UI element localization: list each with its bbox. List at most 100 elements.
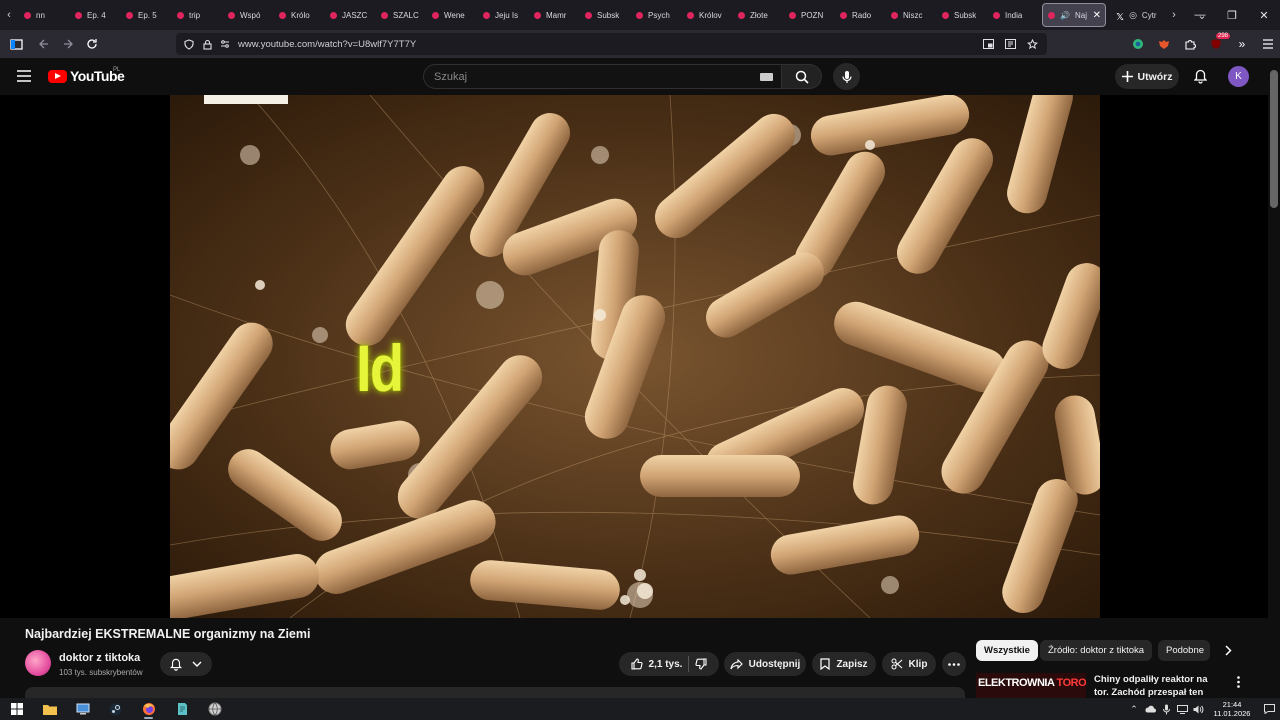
- channel-subscribers: 103 tys. subskrybentów: [59, 668, 143, 677]
- browser-tab[interactable]: trip: [171, 0, 222, 30]
- youtube-favicon-icon: [177, 11, 184, 19]
- browser-tab[interactable]: 𝕏 ◎ Cytr: [1110, 0, 1161, 30]
- youtube-favicon-icon: [993, 11, 1000, 19]
- youtube-favicon-icon: [75, 11, 82, 19]
- chip-source[interactable]: Źródło: doktor z tiktoka: [1040, 640, 1153, 661]
- account-avatar[interactable]: K: [1228, 66, 1249, 87]
- browser-tab[interactable]: Królov: [681, 0, 732, 30]
- fox-extension-icon[interactable]: [1154, 30, 1174, 58]
- steam-icon[interactable]: [99, 698, 132, 720]
- tab-label: Naj: [1074, 10, 1087, 20]
- browser-tab[interactable]: India: [987, 0, 1038, 30]
- clip-label: Klip: [908, 658, 928, 670]
- recommendation-title[interactable]: Chiny odpaliły reaktor na tor. Zachód pr…: [1094, 673, 1224, 697]
- keyboard-icon[interactable]: [760, 73, 773, 81]
- sidebar-toggle-icon[interactable]: [4, 32, 28, 56]
- file-explorer-icon[interactable]: [33, 698, 66, 720]
- browser-tab[interactable]: SZALC: [375, 0, 426, 30]
- tab-scroll-left-icon[interactable]: ‹: [0, 0, 18, 30]
- browser-tab[interactable]: Subsk: [579, 0, 630, 30]
- thumbs-down-icon[interactable]: [695, 658, 708, 670]
- notepad-icon[interactable]: [165, 698, 198, 720]
- notifications-button[interactable]: [1188, 64, 1212, 88]
- notifications-center-icon[interactable]: [1258, 698, 1280, 720]
- firefox-icon[interactable]: [132, 698, 165, 720]
- browser-tab[interactable]: Wspó: [222, 0, 273, 30]
- network-icon[interactable]: [1174, 698, 1190, 720]
- browser-tab[interactable]: Rado: [834, 0, 885, 30]
- browser-tab[interactable]: 🔊 Naj ✕: [1042, 3, 1106, 27]
- start-windows-icon[interactable]: [0, 698, 33, 720]
- url-text[interactable]: www.youtube.com/watch?v=U8wlf7Y7T7Y: [238, 39, 416, 50]
- browser-tab[interactable]: Subsk: [936, 0, 987, 30]
- browser-tab[interactable]: POZN: [783, 0, 834, 30]
- computer-icon[interactable]: [66, 698, 99, 720]
- overflow-menu-icon[interactable]: »: [1232, 30, 1252, 58]
- back-icon[interactable]: [32, 32, 56, 56]
- permissions-icon[interactable]: [216, 33, 234, 55]
- page-scrollbar[interactable]: [1268, 58, 1280, 698]
- youtube-favicon-icon: [483, 11, 490, 19]
- ublock-extension-icon[interactable]: 298: [1206, 30, 1231, 58]
- tray-overflow-icon[interactable]: ⌃: [1126, 698, 1142, 720]
- close-window-icon[interactable]: ✕: [1248, 0, 1280, 30]
- url-bar[interactable]: www.youtube.com/watch?v=U8wlf7Y7T7Y: [176, 33, 1047, 55]
- clip-button[interactable]: Klip: [882, 652, 936, 676]
- restore-icon[interactable]: ❐: [1216, 0, 1248, 30]
- browser-tab[interactable]: Niszc: [885, 0, 936, 30]
- reload-icon[interactable]: [80, 32, 104, 56]
- create-button[interactable]: Utwórz: [1115, 64, 1179, 89]
- vpn-extension-icon[interactable]: [1128, 30, 1148, 58]
- search-button[interactable]: [782, 64, 822, 89]
- picture-in-picture-icon[interactable]: [979, 33, 997, 55]
- tracking-shield-icon[interactable]: [180, 33, 198, 55]
- browser-tab[interactable]: Mamr: [528, 0, 579, 30]
- guide-menu-icon[interactable]: [12, 64, 36, 88]
- app-globe-icon[interactable]: [198, 698, 231, 720]
- browser-tab[interactable]: nn: [18, 0, 69, 30]
- video-player[interactable]: Id: [170, 95, 1100, 618]
- browser-tab[interactable]: Złote: [732, 0, 783, 30]
- app-menu-icon[interactable]: [1258, 30, 1278, 58]
- browser-tab[interactable]: Psych: [630, 0, 681, 30]
- speaker-icon[interactable]: 🔊: [1060, 11, 1070, 20]
- microphone-tray-icon[interactable]: [1158, 698, 1174, 720]
- onedrive-icon[interactable]: [1142, 698, 1158, 720]
- voice-search-button[interactable]: [833, 63, 860, 90]
- extensions-puzzle-icon[interactable]: [1180, 30, 1200, 58]
- reader-view-icon[interactable]: [1001, 33, 1019, 55]
- tab-scroll-right-icon[interactable]: ›: [1165, 0, 1183, 30]
- search-box[interactable]: [423, 64, 782, 89]
- browser-tab[interactable]: Wene: [426, 0, 477, 30]
- browser-tab[interactable]: Jeju Is: [477, 0, 528, 30]
- channel-avatar[interactable]: [25, 650, 51, 676]
- lock-icon[interactable]: [198, 33, 216, 55]
- volume-icon[interactable]: [1190, 698, 1206, 720]
- youtube-favicon-icon: [738, 11, 745, 19]
- forward-icon[interactable]: [56, 32, 80, 56]
- browser-tab[interactable]: JASZC: [324, 0, 375, 30]
- search-input[interactable]: [434, 70, 754, 83]
- save-button[interactable]: Zapisz: [812, 652, 876, 676]
- recommendation-menu-button[interactable]: [1232, 673, 1244, 691]
- chips-next-button[interactable]: [1218, 640, 1239, 661]
- browser-tab[interactable]: Ep. 4: [69, 0, 120, 30]
- like-count[interactable]: 2,1 tys.: [649, 659, 683, 670]
- minimize-icon[interactable]: —: [1184, 0, 1216, 30]
- taskbar-clock[interactable]: 21:44 11.01.2026: [1206, 700, 1258, 718]
- share-button[interactable]: Udostępnij: [724, 652, 806, 676]
- extension-badge: 298: [1216, 33, 1231, 39]
- recommendation-thumbnail[interactable]: ELEKTROWNIA TOROWA?: [976, 673, 1086, 698]
- browser-tab[interactable]: Królo: [273, 0, 324, 30]
- tab-list: nn Ep. 4 Ep. 5 trip Wspó Królo JASZC SZALC Wene J…: [18, 0, 1161, 30]
- channel-name[interactable]: doktor z tiktoka: [59, 652, 140, 664]
- close-tab-icon[interactable]: ✕: [1093, 10, 1101, 21]
- thumbs-up-icon[interactable]: [630, 658, 643, 670]
- subscription-notifications-button[interactable]: [160, 652, 212, 676]
- bookmark-star-icon[interactable]: [1023, 33, 1041, 55]
- browser-tab[interactable]: Ep. 5: [120, 0, 171, 30]
- chip-similar[interactable]: Podobne: [1158, 640, 1210, 661]
- chip-all[interactable]: Wszystkie: [976, 640, 1038, 661]
- scrollbar-thumb[interactable]: [1270, 70, 1278, 208]
- more-actions-button[interactable]: [942, 652, 966, 676]
